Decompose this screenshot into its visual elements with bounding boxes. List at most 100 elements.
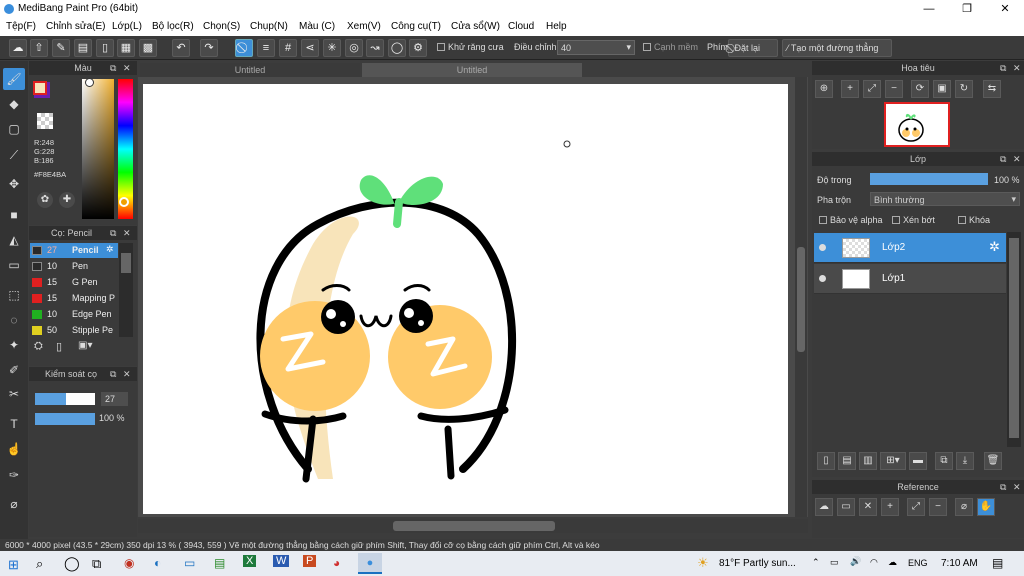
blend-mode-select[interactable]: Bình thường ▾ xyxy=(870,192,1020,206)
menu-cloud[interactable]: Cloud xyxy=(508,21,534,32)
menu-view[interactable]: Xem(V) xyxy=(347,21,381,32)
layer-opacity-slider[interactable] xyxy=(870,173,988,185)
monitor-icon[interactable]: ▭ xyxy=(184,556,195,570)
lasso-tool-icon[interactable]: ◌ xyxy=(3,309,25,331)
horizontal-scrollbar[interactable] xyxy=(138,519,808,533)
gradient-tool-icon[interactable]: ▭ xyxy=(3,254,25,276)
dot-tool-icon[interactable]: ⟋ xyxy=(3,144,25,166)
zoom-out-icon[interactable]: − xyxy=(885,80,903,98)
cloud-open-icon[interactable]: ☁ xyxy=(815,498,833,516)
soft-edge-toggle[interactable]: Cạnh mềm xyxy=(643,42,698,52)
brush-item-pen[interactable]: 10 Pen xyxy=(30,259,118,274)
visibility-icon[interactable] xyxy=(819,275,826,282)
menu-color[interactable]: Màu (C) xyxy=(299,21,335,32)
actual-size-icon[interactable]: ▣ xyxy=(933,80,951,98)
add-layer-menu-icon[interactable]: ⊞▾ xyxy=(880,452,906,470)
rect-tool-icon[interactable]: ▢ xyxy=(3,118,25,140)
layer-list-scrollbar[interactable] xyxy=(1007,232,1021,447)
protect-alpha-toggle[interactable]: Bảo vệ alpha xyxy=(819,215,883,225)
vertical-scrollbar-thumb[interactable] xyxy=(797,247,805,352)
brush-menu-icon[interactable]: ▣▾ xyxy=(78,340,100,356)
brush-size-slider[interactable] xyxy=(35,393,95,405)
brush-item-stipple-pen[interactable]: 50 Stipple Pe xyxy=(30,323,118,338)
grid-icon[interactable]: ▩ xyxy=(139,39,157,57)
antialias-toggle[interactable]: Khử răng cưa xyxy=(437,42,504,52)
search-icon[interactable]: ⌕ xyxy=(36,556,43,572)
layer-panel-close-icon[interactable]: ✕ xyxy=(1013,154,1021,165)
reset-button[interactable]: ⃠ Đặt lại xyxy=(728,39,778,57)
menu-tools[interactable]: Công cụ(T) xyxy=(391,21,441,32)
edge-icon[interactable]: ◐ xyxy=(154,556,161,570)
antialias-checkbox[interactable] xyxy=(437,43,445,51)
folder-icon[interactable]: ▬ xyxy=(909,452,927,470)
color-panel-popout-icon[interactable]: ⧉ xyxy=(110,63,116,74)
duplicate-layer-icon[interactable]: ⧉ xyxy=(935,452,953,470)
app-icon-1[interactable]: ◉ xyxy=(124,556,134,570)
powerpoint-icon[interactable]: P xyxy=(303,555,317,567)
curve-snap-icon[interactable]: ↝ xyxy=(366,39,384,57)
new-layer-icon[interactable]: ▯ xyxy=(817,452,835,470)
snap-settings-icon[interactable]: ⚙ xyxy=(409,39,427,57)
gear-icon[interactable]: ✲ xyxy=(106,244,114,255)
language-indicator[interactable]: ENG xyxy=(908,558,928,568)
page-icon[interactable]: ▯ xyxy=(96,39,114,57)
snap-off-icon[interactable]: ⃠ xyxy=(235,39,253,57)
text-tool-icon[interactable]: T xyxy=(3,413,25,435)
menu-select[interactable]: Chọn(S) xyxy=(203,21,240,32)
brush-panel-close-icon[interactable]: ✕ xyxy=(123,228,131,239)
navigator-preview[interactable] xyxy=(884,102,950,147)
zoom-in-icon[interactable]: + xyxy=(881,498,899,516)
close-icon[interactable]: ✕ xyxy=(859,498,877,516)
parallel-snap-icon[interactable]: ≡ xyxy=(257,39,275,57)
fit-icon[interactable]: ⤢ xyxy=(863,80,881,98)
hand-icon[interactable]: ✋ xyxy=(977,498,995,516)
visibility-icon[interactable] xyxy=(819,244,826,251)
horizontal-scrollbar-thumb[interactable] xyxy=(393,521,555,531)
onedrive-icon[interactable]: ☁ xyxy=(888,557,897,568)
eyedropper-icon[interactable]: ⌀ xyxy=(955,498,973,516)
excel-icon[interactable]: X xyxy=(243,555,257,567)
menu-edit[interactable]: Chỉnh sửa(E) xyxy=(46,21,106,32)
word-icon[interactable]: W xyxy=(273,555,290,567)
folder-app-icon[interactable]: ▤ xyxy=(214,556,225,570)
close-button[interactable]: ✕ xyxy=(986,0,1024,18)
brush-item-pencil[interactable]: 27 Pencil ✲ xyxy=(30,243,118,258)
layer-item-layer1[interactable]: Lớp1 xyxy=(814,264,1006,294)
weather-text[interactable]: 81°F Partly sun... xyxy=(719,558,796,569)
rotate-icon[interactable]: ⟳ xyxy=(911,80,929,98)
gear-icon[interactable]: ✲ xyxy=(989,239,1000,255)
move-tool-icon[interactable]: ✥ xyxy=(3,173,25,195)
straight-line-button[interactable]: ⁄ Tạo một đường thẳng xyxy=(782,39,892,57)
cloud-icon[interactable]: ☁ xyxy=(9,39,27,57)
open-file-icon[interactable]: ▭ xyxy=(837,498,855,516)
undo-icon[interactable]: ↶ xyxy=(172,39,190,57)
brush-panel-popout-icon[interactable]: ⧉ xyxy=(110,228,116,239)
correction-select[interactable]: 40 ▾ xyxy=(557,40,635,55)
brush-control-close-icon[interactable]: ✕ xyxy=(123,369,131,380)
brush-control-popout-icon[interactable]: ⧉ xyxy=(110,369,116,380)
clipping-toggle[interactable]: Xén bớt xyxy=(892,215,935,225)
minimize-button[interactable]: — xyxy=(910,0,948,18)
scrollbar-thumb[interactable] xyxy=(1009,238,1019,438)
brush-new-icon[interactable]: ▯ xyxy=(56,340,72,356)
lock-toggle[interactable]: Khóa xyxy=(958,215,990,225)
chrome-icon[interactable]: ◕ xyxy=(333,556,340,570)
select-tool-icon[interactable]: ⬚ xyxy=(3,284,25,306)
brush-add-icon[interactable]: ⛭ xyxy=(34,340,50,356)
menu-layer[interactable]: Lớp(L) xyxy=(112,21,142,32)
panel-icon[interactable]: ▤ xyxy=(74,39,92,57)
rotate-reset-icon[interactable]: ↻ xyxy=(955,80,973,98)
radial-snap-icon[interactable]: ✳ xyxy=(323,39,341,57)
flip-icon[interactable]: ⇆ xyxy=(983,80,1001,98)
menu-filter[interactable]: Bộ lọc(R) xyxy=(152,21,194,32)
maximize-button[interactable]: ❐ xyxy=(948,0,986,18)
bucket-tool-icon[interactable]: ◭ xyxy=(3,229,25,251)
speaker-icon[interactable]: 🔊 xyxy=(850,556,861,567)
hue-slider-handle[interactable] xyxy=(119,197,129,207)
color-panel-close-icon[interactable]: ✕ xyxy=(123,63,131,74)
clipping-checkbox[interactable] xyxy=(892,216,900,224)
scrollbar-thumb[interactable] xyxy=(121,253,131,273)
merge-layer-icon[interactable]: ⤓ xyxy=(956,452,974,470)
medibang-taskbar-icon[interactable]: ● xyxy=(358,553,382,574)
vanish-snap-icon[interactable]: ⋖ xyxy=(301,39,319,57)
